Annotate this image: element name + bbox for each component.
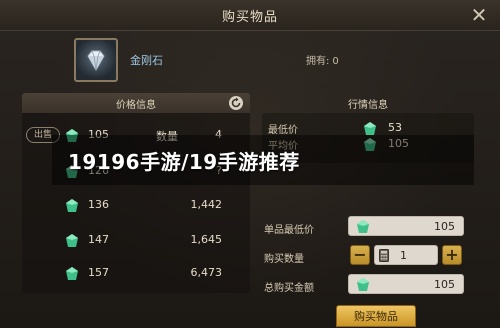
title-bar: 购买物品 ✕: [0, 0, 500, 31]
buy-button[interactable]: 购买物品: [336, 305, 416, 327]
total-label: 总购买金额: [264, 283, 314, 294]
gem-icon: [357, 278, 369, 291]
row-price: 147: [88, 233, 109, 246]
item-icon-frame: [74, 38, 118, 82]
diamond-icon: [87, 50, 105, 72]
gem-icon: [364, 122, 376, 135]
gem-icon: [66, 267, 78, 280]
minus-button[interactable]: −: [350, 245, 370, 265]
gem-icon: [357, 220, 369, 233]
gem-icon: [66, 234, 78, 247]
quantity-input[interactable]: 1: [374, 245, 438, 265]
window-title: 购买物品: [221, 10, 278, 25]
gem-icon: [66, 199, 78, 212]
price-info-header: 价格信息: [22, 93, 250, 113]
owned-count: 拥有: 0: [306, 52, 339, 67]
item-name: 金刚石: [130, 54, 163, 67]
unit-low-field: 105: [348, 216, 464, 236]
owned-label: 拥有:: [306, 56, 330, 67]
overlay-text: 19196手游/19手游推荐: [68, 150, 300, 174]
price-row[interactable]: 147 1,645: [62, 231, 242, 251]
unit-low-value: 105: [434, 220, 455, 233]
total-field: 105: [348, 274, 464, 294]
unit-low-label: 单品最低价: [264, 225, 314, 236]
row-price: 136: [88, 198, 109, 211]
owned-value: 0: [332, 56, 339, 67]
market-info-header: 行情信息: [262, 93, 474, 113]
total-value: 105: [434, 278, 455, 291]
price-row[interactable]: 136 1,442: [62, 196, 242, 216]
price-info-title: 价格信息: [116, 100, 156, 111]
market-info-title: 行情信息: [348, 100, 388, 111]
refresh-icon[interactable]: [228, 95, 244, 111]
calculator-icon[interactable]: [379, 249, 389, 262]
price-row[interactable]: 157 6,473: [62, 264, 242, 284]
market-low-value: 53: [388, 121, 402, 134]
close-icon[interactable]: ✕: [468, 4, 490, 26]
row-qty: 1,442: [190, 198, 223, 211]
buy-qty-label: 购买数量: [264, 254, 304, 265]
quantity-value: 1: [400, 249, 407, 262]
row-qty: 1,645: [190, 233, 223, 246]
row-qty: 6,473: [190, 266, 223, 279]
row-price: 157: [88, 266, 109, 279]
plus-button[interactable]: +: [442, 245, 462, 265]
